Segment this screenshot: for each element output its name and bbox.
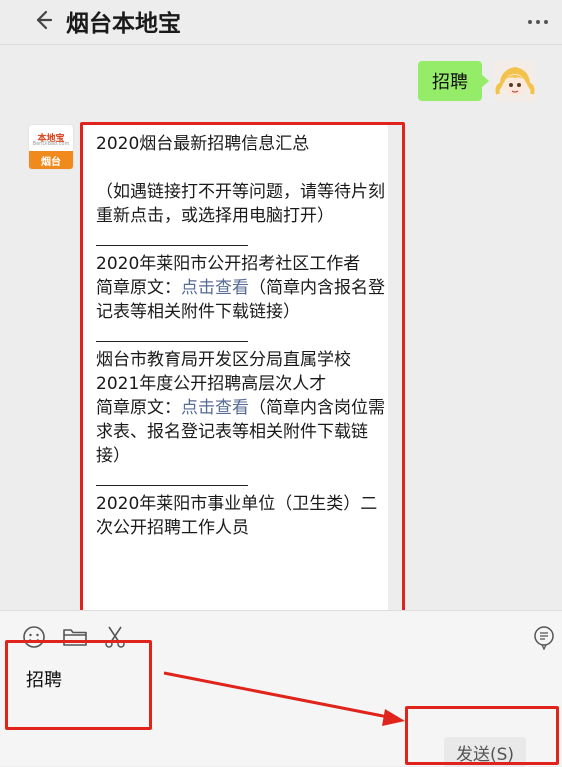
avatar-city: 烟台 [29, 151, 73, 169]
chat-history-button[interactable] [532, 625, 560, 653]
chat-history-icon [534, 626, 554, 651]
anime-girl-avatar-icon [494, 60, 536, 102]
chat-title: 烟台本地宝 [66, 11, 181, 37]
title-bar: 烟台本地宝 [0, 0, 562, 45]
ellipsis-icon [528, 20, 548, 24]
avatar-domain: BenDiBao.com [32, 141, 70, 147]
annotation-box-message [80, 122, 405, 613]
arrow-left-icon [36, 10, 53, 30]
annotation-box-send [405, 706, 559, 765]
back-button[interactable] [28, 5, 58, 35]
bendibao-avatar[interactable]: 本地宝 BenDiBao.com 烟台 [28, 124, 74, 170]
annotation-box-input [5, 640, 152, 730]
user-avatar[interactable] [494, 60, 536, 102]
outgoing-message[interactable]: 招聘 [418, 61, 489, 101]
outgoing-message-text: 招聘 [432, 72, 468, 93]
more-button[interactable] [524, 8, 552, 36]
